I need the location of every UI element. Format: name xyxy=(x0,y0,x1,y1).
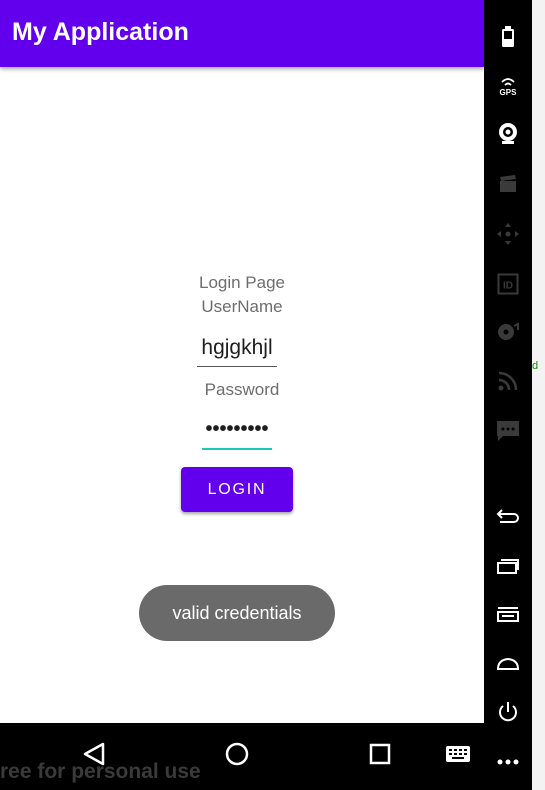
background-strip xyxy=(532,0,545,790)
emulator-toolbar: GPS ID xyxy=(484,0,532,790)
back-icon[interactable] xyxy=(484,496,532,536)
username-label: UserName xyxy=(201,297,283,316)
username-field[interactable]: hgjgkhjl xyxy=(197,336,277,367)
recent-apps-icon[interactable] xyxy=(484,546,532,586)
svg-text:ID: ID xyxy=(503,281,513,292)
watermark-text: ree for personal use xyxy=(0,760,201,783)
password-label: Password xyxy=(204,380,280,399)
login-button[interactable]: LOGIN xyxy=(181,467,293,512)
camera-icon[interactable] xyxy=(484,114,532,154)
svg-text:GPS: GPS xyxy=(500,88,518,97)
id-icon[interactable]: ID xyxy=(484,264,532,304)
directional-pad-icon[interactable] xyxy=(484,214,532,254)
menu-icon[interactable] xyxy=(484,594,532,634)
gps-icon[interactable]: GPS xyxy=(484,66,532,106)
app-title: My Application xyxy=(12,18,189,46)
toast-message: valid credentials xyxy=(139,585,335,641)
app-bar: My Application xyxy=(0,0,484,67)
video-icon[interactable] xyxy=(484,164,532,204)
power-icon[interactable] xyxy=(484,692,532,732)
more-icon[interactable] xyxy=(484,742,532,782)
login-page-heading: Login Page xyxy=(198,273,286,292)
message-icon[interactable] xyxy=(484,411,532,451)
cd-icon[interactable] xyxy=(484,312,532,352)
password-field[interactable]: ••••••••• xyxy=(202,418,272,450)
phone-screen: My Application Login Page UserName hgjgk… xyxy=(0,0,484,723)
background-glyph: d xyxy=(532,360,539,372)
battery-icon[interactable] xyxy=(484,17,532,57)
rss-icon[interactable] xyxy=(484,361,532,401)
home-icon[interactable] xyxy=(484,644,532,684)
